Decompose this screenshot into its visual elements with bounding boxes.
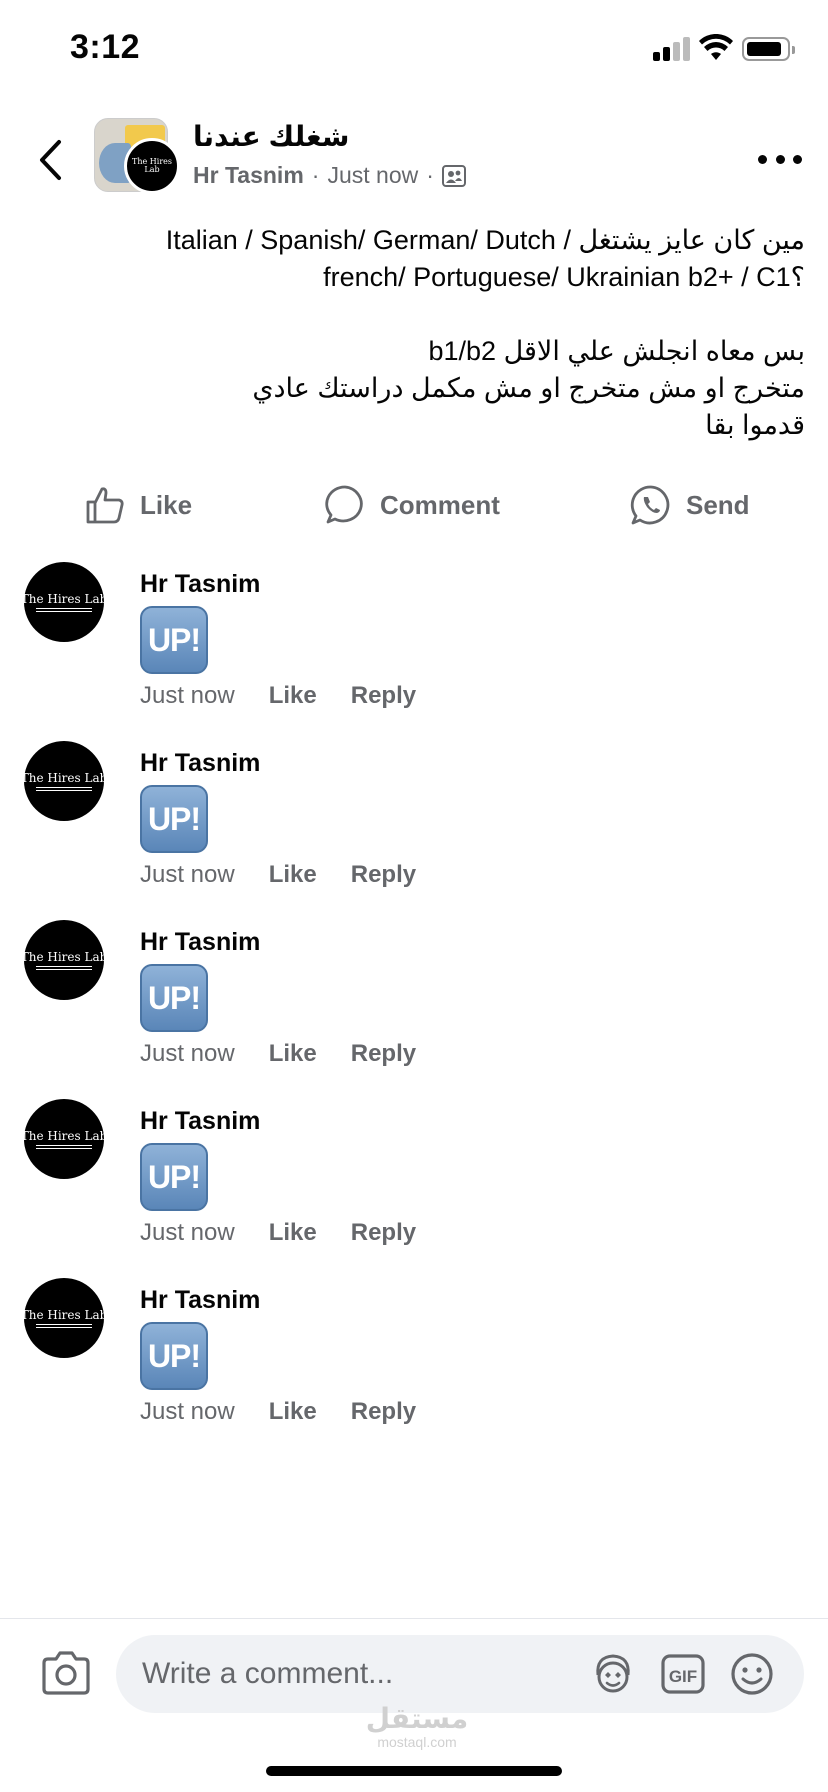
avatar[interactable]: The Hires Lab [21, 1278, 107, 1358]
comment-item: The Hires Lab Hr Tasnim UP! Just now Lik… [0, 562, 828, 732]
avatar[interactable]: The Hires Lab [21, 741, 107, 821]
comment-reply-button[interactable]: Reply [351, 1398, 416, 1426]
like-label: Like [140, 489, 193, 520]
comment-item: The Hires Lab Hr Tasnim UP! Just now Lik… [0, 741, 828, 911]
comment-actions: Just now Like Reply [140, 1040, 416, 1068]
status-time: 3:12 [70, 28, 141, 66]
post-meta: Hr Tasnim · Just now · [193, 162, 466, 189]
comment-reply-button[interactable]: Reply [351, 1040, 416, 1068]
camera-icon[interactable] [40, 1649, 92, 1697]
post-author[interactable]: Hr Tasnim [193, 162, 304, 189]
comment-like-button[interactable]: Like [269, 1219, 317, 1247]
group-name[interactable]: شغلك عندنا [193, 120, 349, 153]
post-action-bar: Like Comment Send [0, 478, 828, 534]
more-dot-icon [758, 154, 767, 164]
comment-timestamp: Just now [140, 861, 235, 888]
post-timestamp[interactable]: Just now [327, 162, 418, 189]
avatar-sticker-icon[interactable] [590, 1651, 636, 1697]
comment-item: The Hires Lab Hr Tasnim UP! Just now Lik… [0, 1278, 828, 1448]
more-dot-icon [793, 154, 802, 164]
up-sticker: UP! [140, 1322, 208, 1390]
avatar[interactable]: The Hires Lab [21, 920, 107, 1000]
avatar-logo-rule [36, 786, 92, 791]
comment-actions: Just now Like Reply [140, 1398, 416, 1426]
home-indicator [266, 1766, 562, 1776]
send-label: Send [686, 489, 750, 520]
avatar-logo-rule [36, 1144, 92, 1149]
post-text: مين كان عايز يشتغل / Italian / Spanish/ … [40, 222, 805, 444]
post-line: بس معاه انجلش علي الاقل b1/b2 [428, 336, 806, 366]
members-audience-icon [441, 164, 466, 187]
whatsapp-icon [630, 485, 670, 525]
post-line: ؟french/ Portuguese/ Ukrainian b2+ / C1 [323, 262, 805, 292]
comment-timestamp: Just now [140, 1398, 235, 1425]
thumbs-up-icon [86, 487, 124, 524]
comment-author[interactable]: Hr Tasnim [140, 1107, 260, 1136]
avatar-logo-text: The Hires Lab [20, 1307, 108, 1322]
author-avatar-logo: The Hires Lab [132, 157, 172, 174]
comment-reply-button[interactable]: Reply [351, 1219, 416, 1247]
comment-item: The Hires Lab Hr Tasnim UP! Just now Lik… [0, 920, 828, 1090]
meta-separator: · [311, 162, 320, 188]
cellular-signal-icon [653, 37, 690, 61]
battery-icon [742, 37, 795, 61]
emoji-icon[interactable] [729, 1651, 775, 1697]
comment-bubble-icon [325, 485, 363, 524]
status-bar: 3:12 [0, 0, 828, 100]
up-sticker: UP! [140, 1143, 208, 1211]
watermark-latin: mostaql.com [377, 1734, 457, 1750]
comment-timestamp: Just now [140, 682, 235, 709]
gif-label: GIF [669, 1667, 697, 1686]
avatar-logo-text: The Hires Lab [20, 591, 108, 606]
comment-label: Comment [380, 489, 500, 520]
avatar-logo-rule [36, 607, 92, 612]
like-button[interactable]: Like [84, 484, 192, 526]
avatar-logo-text: The Hires Lab [20, 770, 108, 785]
comment-item: The Hires Lab Hr Tasnim UP! Just now Lik… [0, 1099, 828, 1269]
comment-like-button[interactable]: Like [269, 682, 317, 710]
chevron-left-icon [40, 140, 61, 180]
comment-like-button[interactable]: Like [269, 861, 317, 889]
avatar[interactable]: The Hires Lab [21, 1099, 107, 1179]
post-line: متخرج او مش متخرج او مش مكمل دراستك عادي [252, 373, 805, 403]
gif-button[interactable]: GIF [660, 1651, 706, 1697]
avatar-logo-rule [36, 1323, 92, 1328]
up-sticker: UP! [140, 785, 208, 853]
watermark-arabic: مستقل [365, 1703, 469, 1734]
comment-reply-button[interactable]: Reply [351, 682, 416, 710]
comment-actions: Just now Like Reply [140, 861, 416, 889]
comment-actions: Just now Like Reply [140, 1219, 416, 1247]
comment-timestamp: Just now [140, 1219, 235, 1246]
comment-author[interactable]: Hr Tasnim [140, 749, 260, 778]
avatar-logo-text: The Hires Lab [20, 949, 108, 964]
comment-author[interactable]: Hr Tasnim [140, 570, 260, 599]
more-dot-icon [775, 154, 785, 164]
comment-button[interactable]: Comment [324, 484, 500, 526]
comment-reply-button[interactable]: Reply [351, 861, 416, 889]
back-button[interactable] [30, 135, 70, 185]
comment-timestamp: Just now [140, 1040, 235, 1067]
avatar-logo-rule [36, 965, 92, 970]
send-button[interactable]: Send [630, 484, 750, 526]
comment-author[interactable]: Hr Tasnim [140, 928, 260, 957]
more-options-button[interactable] [758, 144, 802, 174]
post-line: مين كان عايز يشتغل / Italian / Spanish/ … [165, 225, 805, 255]
comment-actions: Just now Like Reply [140, 682, 416, 710]
comment-like-button[interactable]: Like [269, 1398, 317, 1426]
post-line: قدموا بقا [705, 410, 805, 440]
avatar[interactable]: The Hires Lab [21, 562, 107, 642]
comment-like-button[interactable]: Like [269, 1040, 317, 1068]
author-avatar-small[interactable]: The Hires Lab [124, 138, 180, 194]
meta-separator: · [426, 162, 434, 188]
up-sticker: UP! [140, 964, 208, 1032]
avatar-logo-text: The Hires Lab [20, 1128, 108, 1143]
gif-icon: GIF [661, 1654, 705, 1694]
comment-author[interactable]: Hr Tasnim [140, 1286, 260, 1315]
wifi-icon [699, 34, 733, 60]
up-sticker: UP! [140, 606, 208, 674]
watermark: مستقل mostaql.com [362, 1703, 472, 1751]
